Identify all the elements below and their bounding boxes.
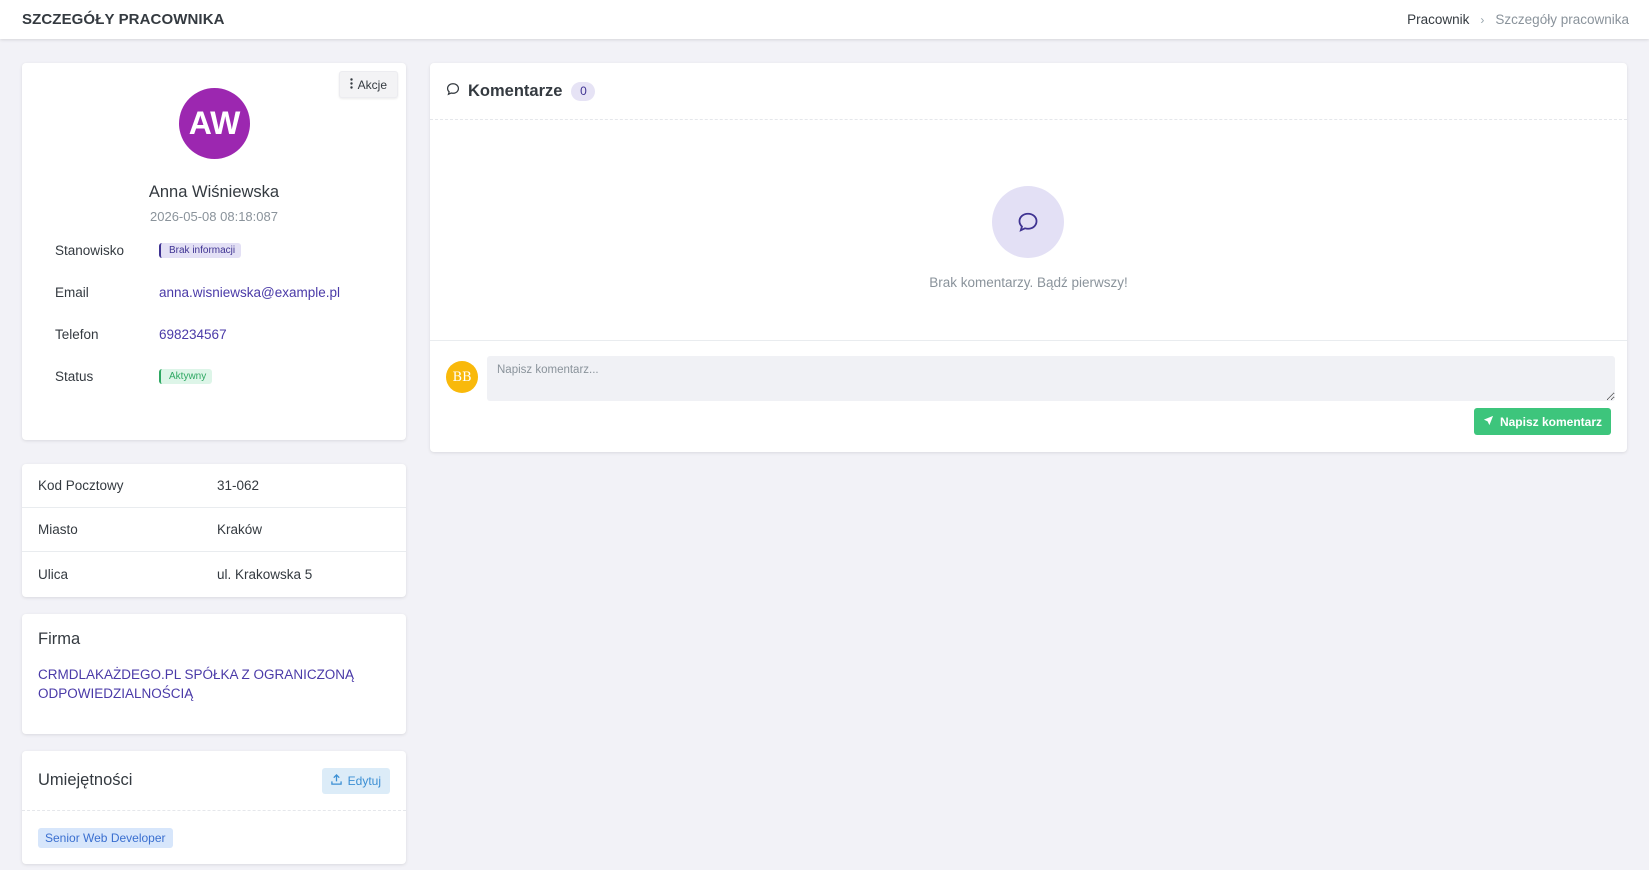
email-label: Email: [55, 285, 89, 300]
address-row-city: Miasto Kraków: [22, 508, 406, 552]
status-label: Status: [55, 369, 94, 384]
comments-count-badge: 0: [571, 81, 596, 101]
skills-card: Umiejętności Edytuj Senior Web Developer: [22, 751, 406, 864]
comments-empty-state: Brak komentarzy. Bądź pierwszy!: [430, 120, 1627, 341]
page-title: SZCZEGÓŁY PRACOWNIKA: [22, 11, 225, 28]
submit-comment-button[interactable]: Napisz komentarz: [1473, 408, 1611, 435]
position-badge: Brak informacji: [159, 243, 242, 258]
actions-label: Akcje: [357, 77, 387, 92]
company-card: Firma CRMDLAKAŻDEGO.PL SPÓŁKA Z OGRANICZ…: [22, 614, 406, 734]
skill-badge: Senior Web Developer: [38, 828, 173, 848]
comment-bubble-icon: [446, 82, 460, 101]
position-row: Stanowisko Brak informacji: [55, 243, 242, 258]
postal-code-label: Kod Pocztowy: [38, 478, 124, 493]
email-link[interactable]: anna.wisniewska@example.pl: [159, 285, 340, 300]
avatar: AW: [179, 88, 250, 159]
skills-header: Umiejętności Edytuj: [22, 751, 406, 811]
address-card: Kod Pocztowy 31-062 Miasto Kraków Ulica …: [22, 464, 406, 597]
employee-name: Anna Wiśniewska: [148, 183, 280, 201]
send-icon: [1483, 415, 1494, 429]
user-avatar: BB: [446, 361, 478, 393]
status-badge: Aktywny: [159, 369, 213, 384]
phone-row: Telefon 698234567: [55, 327, 227, 342]
phone-link[interactable]: 698234567: [159, 327, 227, 342]
company-link[interactable]: CRMDLAKAŻDEGO.PL SPÓŁKA Z OGRANICZONĄ OD…: [38, 665, 390, 703]
address-row-street: Ulica ul. Krakowska 5: [22, 552, 406, 596]
vertical-dots-icon: [349, 77, 353, 92]
city-label: Miasto: [38, 522, 78, 537]
profile-card: Akcje AW Anna Wiśniewska 2026-05-08 08:1…: [22, 63, 406, 440]
street-label: Ulica: [38, 566, 69, 582]
employee-date: 2026-05-08 08:18:087: [150, 209, 278, 224]
comment-input[interactable]: [487, 356, 1615, 401]
empty-comment-icon: [992, 186, 1064, 258]
comments-title: Komentarze: [468, 81, 563, 100]
breadcrumb-current: Szczegóły pracownika: [1495, 12, 1629, 27]
postal-code-value: 31-062: [217, 478, 260, 493]
city-value: Kraków: [217, 522, 263, 537]
actions-button[interactable]: Akcje: [338, 71, 398, 98]
submit-comment-label: Napisz komentarz: [1499, 414, 1602, 429]
company-name-line1: CRMDLAKAŻDEGO.PL SPÓŁKA Z OGRANICZONĄ: [38, 667, 355, 682]
edit-label: Edytuj: [347, 773, 381, 788]
street-value: ul. Krakowska 5: [217, 566, 313, 582]
empty-comments-text: Brak komentarzy. Bądź pierwszy!: [929, 275, 1128, 290]
company-heading: Firma: [38, 630, 81, 648]
top-bar: SZCZEGÓŁY PRACOWNIKA Pracownik › Szczegó…: [0, 0, 1649, 39]
breadcrumb-link-employee[interactable]: Pracownik: [1407, 12, 1469, 27]
position-label: Stanowisko: [55, 243, 125, 258]
email-row: Email anna.wisniewska@example.pl: [55, 285, 340, 300]
status-row: Status Aktywny: [55, 369, 213, 384]
address-row-postal-code: Kod Pocztowy 31-062: [22, 464, 406, 508]
upload-icon: [330, 773, 342, 788]
edit-skills-button[interactable]: Edytuj: [321, 767, 390, 794]
phone-label: Telefon: [55, 327, 99, 342]
breadcrumb: Pracownik › Szczegóły pracownika: [1407, 12, 1629, 27]
skills-heading: Umiejętności: [38, 771, 133, 789]
company-name-line2: ODPOWIEDZIALNOŚCIĄ: [38, 686, 194, 701]
comments-header: Komentarze 0: [430, 63, 1627, 120]
breadcrumb-separator: ›: [1480, 12, 1485, 27]
comments-card: Komentarze 0 Brak komentarzy. Bądź pierw…: [430, 63, 1627, 452]
